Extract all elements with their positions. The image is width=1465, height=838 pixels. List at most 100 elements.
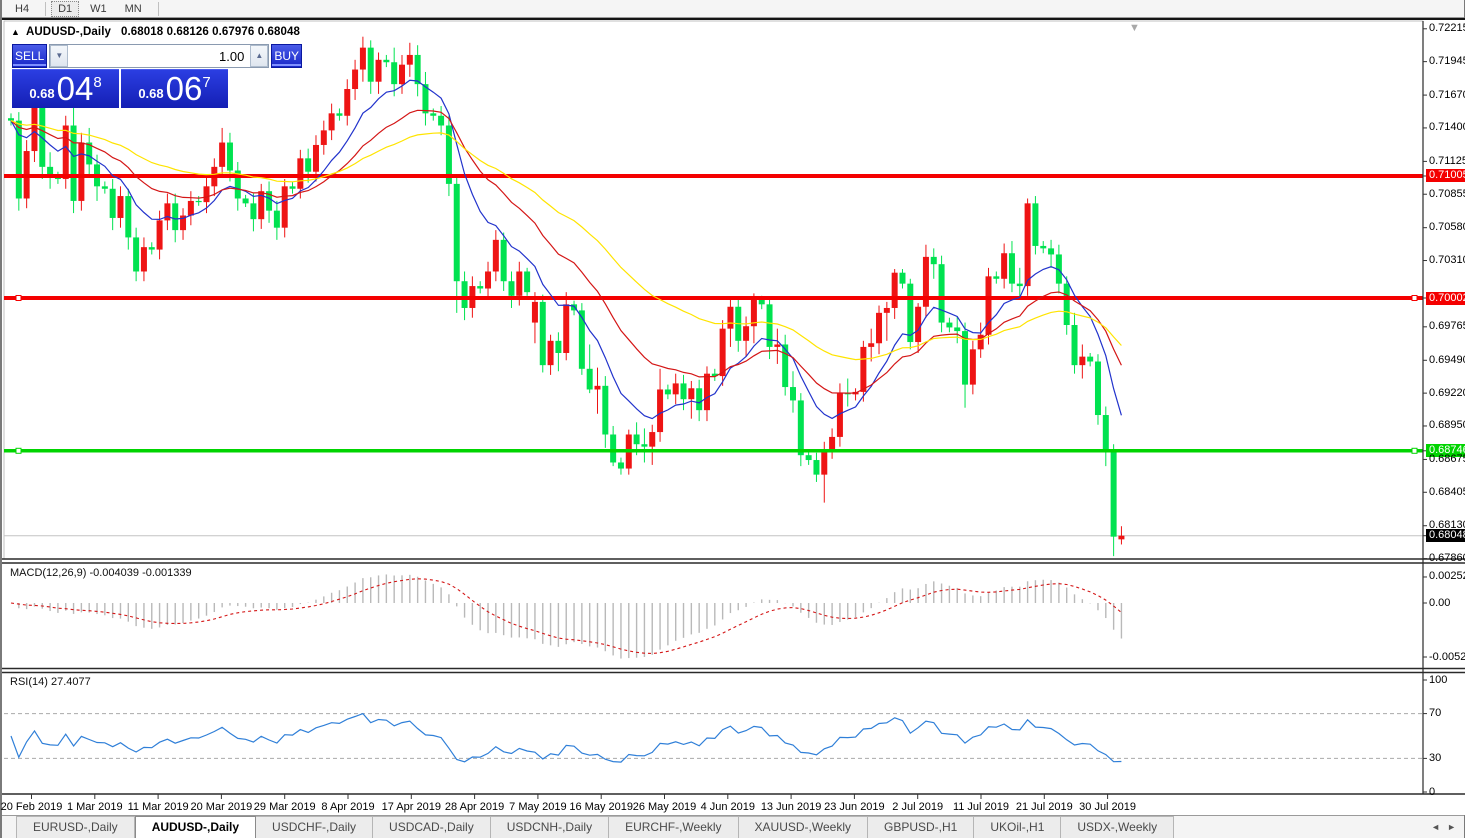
candle	[282, 186, 288, 227]
candle	[63, 126, 69, 180]
collapse-panel-icon[interactable]: ▲	[11, 27, 20, 37]
candle	[1095, 362, 1101, 416]
timeframe-button-w1[interactable]: W1	[83, 1, 114, 17]
candle	[899, 273, 905, 284]
volume-decrease-icon[interactable]: ▼	[50, 45, 68, 67]
buy-price-display[interactable]: 0.68 06 7	[121, 69, 228, 108]
tab-scroll-controls: ◄ ►	[1424, 816, 1464, 838]
candle	[352, 70, 358, 89]
line-handle[interactable]	[16, 448, 21, 453]
candle	[117, 196, 123, 218]
candle	[829, 437, 835, 449]
date-axis-label: 1 Mar 2019	[67, 801, 123, 813]
line-handle[interactable]	[16, 296, 21, 301]
candle	[860, 347, 866, 392]
candle	[196, 201, 202, 202]
volume-increase-icon[interactable]: ▲	[250, 45, 268, 67]
volume-input[interactable]	[68, 45, 250, 67]
chart-tab-audusddaily[interactable]: AUDUSD-,Daily	[135, 816, 256, 838]
candle	[634, 434, 640, 444]
candle	[1111, 452, 1117, 537]
price-axis-label: 0.69765	[1429, 320, 1465, 333]
candle	[290, 186, 296, 188]
date-axis-label: 20 Mar 2019	[191, 801, 253, 813]
candle	[297, 158, 303, 188]
candle	[313, 145, 319, 172]
candle	[501, 240, 507, 281]
candle	[970, 349, 976, 384]
price-axis-label: 0.69490	[1429, 354, 1465, 367]
candle	[391, 62, 397, 84]
candle	[1009, 253, 1015, 283]
candle	[579, 310, 585, 368]
toolbar-separator	[158, 2, 159, 16]
candle	[798, 400, 804, 455]
candle	[250, 203, 256, 219]
candle	[641, 444, 647, 446]
candle	[39, 104, 45, 167]
timeframe-button-h4[interactable]: H4	[8, 1, 36, 17]
buy-button[interactable]: BUY	[271, 44, 302, 68]
chart-area[interactable]: AUDUSD-,Daily0.68018 0.68126 0.67976 0.6…	[2, 18, 1465, 815]
chart-shift-marker-icon[interactable]: ▼	[1129, 22, 1140, 34]
date-axis-label: 4 Jun 2019	[701, 801, 755, 813]
line-handle[interactable]	[1412, 296, 1417, 301]
candle	[1048, 248, 1054, 254]
candle	[102, 186, 108, 188]
candle	[1087, 357, 1093, 362]
candle	[383, 60, 389, 62]
candle	[219, 143, 225, 167]
price-axis-label: 0.70580	[1429, 221, 1465, 234]
candle	[1079, 357, 1085, 366]
chart-tab-eurusddaily[interactable]: EURUSD-,Daily	[16, 816, 135, 838]
candle	[720, 329, 726, 376]
price-axis-label: 0.68675	[1429, 453, 1465, 466]
candle	[649, 432, 655, 447]
candle	[204, 186, 210, 202]
candle	[493, 240, 499, 272]
chart-title: AUDUSD-,Daily0.68018 0.68126 0.67976 0.6…	[26, 26, 300, 38]
candle	[892, 273, 898, 308]
chart-tab-usdcnhdaily[interactable]: USDCNH-,Daily	[491, 816, 609, 838]
candle	[157, 220, 163, 249]
candle	[16, 121, 22, 199]
candle	[618, 462, 624, 468]
candle	[485, 271, 491, 288]
candle	[305, 158, 311, 171]
chart-canvas[interactable]	[2, 20, 1465, 817]
candle	[1040, 246, 1046, 248]
line-handle[interactable]	[1412, 448, 1417, 453]
date-axis-label: 28 Apr 2019	[445, 801, 504, 813]
macd-indicator-label: MACD(12,26,9) -0.004039 -0.001339	[10, 567, 192, 579]
timeframe-button-mn[interactable]: MN	[118, 1, 149, 17]
macd-axis-label: 0.002522	[1429, 570, 1465, 583]
one-click-trading-panel: SELL ▼ ▲ BUY 0.68 04 8 0.68 06 7	[12, 44, 228, 108]
chart-tab-eurchfweekly[interactable]: EURCHF-,Weekly	[609, 816, 738, 838]
sell-price-display[interactable]: 0.68 04 8	[12, 69, 119, 108]
candle	[774, 344, 780, 346]
candle	[524, 271, 530, 292]
candle	[1001, 253, 1007, 279]
candle	[454, 184, 460, 281]
chart-tab-xauusdweekly[interactable]: XAUUSD-,Weekly	[739, 816, 868, 838]
date-axis-label: 23 Jun 2019	[824, 801, 885, 813]
tab-scroll-left-icon[interactable]: ◄	[1431, 822, 1440, 832]
candle	[321, 130, 327, 145]
price-level-badge-0.71005: 0.71005	[1426, 169, 1465, 182]
tab-scroll-right-icon[interactable]: ►	[1447, 822, 1456, 832]
candle	[1025, 203, 1031, 286]
chart-tab-ukoilh1[interactable]: UKOil-,H1	[974, 816, 1061, 838]
chart-tab-gbpusdh1[interactable]: GBPUSD-,H1	[868, 816, 974, 838]
candle	[368, 48, 374, 82]
date-axis-label: 29 Mar 2019	[254, 801, 316, 813]
candle	[665, 389, 671, 394]
price-axis-label: 0.68950	[1429, 419, 1465, 432]
timeframe-button-d1[interactable]: D1	[51, 1, 79, 17]
date-axis-label: 30 Jul 2019	[1079, 801, 1136, 813]
candle	[141, 247, 147, 271]
chart-tab-usdchfdaily[interactable]: USDCHF-,Daily	[256, 816, 373, 838]
chart-tab-usdcaddaily[interactable]: USDCAD-,Daily	[373, 816, 491, 838]
date-axis-label: 16 May 2019	[569, 801, 633, 813]
chart-tab-usdxweekly[interactable]: USDX-,Weekly	[1061, 816, 1174, 838]
sell-button[interactable]: SELL	[12, 44, 47, 68]
